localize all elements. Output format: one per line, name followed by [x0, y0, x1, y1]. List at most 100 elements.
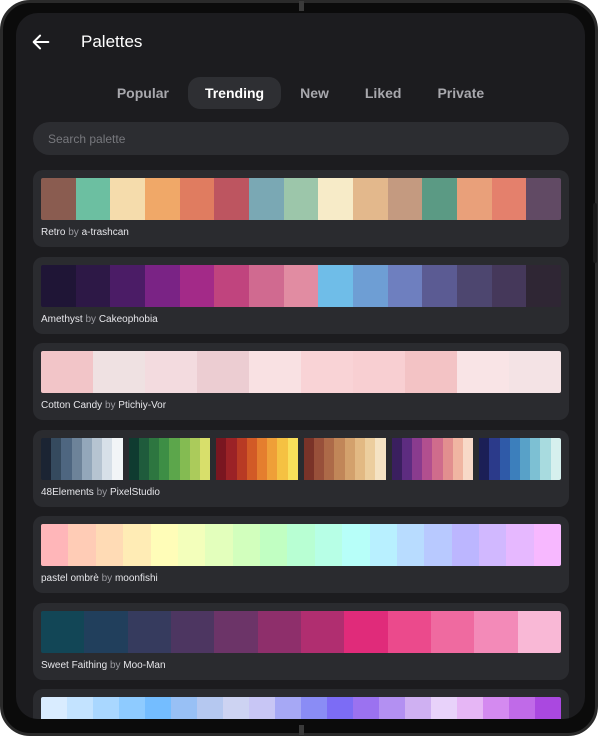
color-swatch — [41, 524, 69, 566]
color-swatch — [249, 351, 301, 393]
palette-card[interactable] — [33, 689, 569, 719]
palette-name: 48Elements — [41, 486, 94, 498]
hinge-top — [299, 1, 304, 11]
color-swatch — [457, 351, 509, 393]
color-swatch — [301, 697, 327, 719]
color-swatch — [75, 264, 111, 307]
color-swatch — [149, 437, 160, 480]
palette-card[interactable]: Sweet Faithing by Moo-Man — [33, 602, 569, 680]
color-swatch — [61, 437, 72, 480]
color-swatch — [138, 437, 150, 480]
color-swatch — [127, 610, 171, 653]
color-swatch — [197, 351, 249, 393]
palette-card[interactable]: 48Elements by PixelStudio — [33, 429, 569, 507]
palette-swatches — [41, 178, 561, 220]
color-swatch — [214, 610, 258, 653]
color-swatch — [517, 610, 561, 653]
color-swatch — [452, 437, 463, 480]
tab-trending[interactable]: Trending — [187, 77, 282, 109]
palette-name: Cotton Candy — [41, 400, 103, 411]
color-swatch — [365, 437, 376, 480]
palette-author[interactable]: Cakeophobia — [99, 314, 158, 325]
color-swatch — [214, 264, 250, 307]
palette-card[interactable]: Cotton Candy by Ptichiy-Vor — [33, 343, 569, 420]
color-swatch — [499, 437, 510, 480]
tab-popular[interactable]: Popular — [100, 77, 186, 109]
color-swatch — [145, 351, 197, 393]
color-swatch — [353, 697, 379, 719]
color-swatch — [506, 524, 534, 566]
color-swatch — [301, 351, 353, 393]
color-swatch — [451, 524, 479, 566]
app-screen: Palettes Popular Trending New Liked Private … — [16, 13, 585, 719]
color-swatch — [93, 697, 119, 719]
color-swatch — [526, 264, 561, 307]
tab-private[interactable]: Private — [420, 77, 501, 109]
palette-card[interactable]: Retro by a-trashcan — [33, 170, 569, 247]
color-swatch — [41, 351, 93, 393]
color-swatch — [430, 610, 475, 653]
color-swatch — [260, 524, 288, 566]
color-swatch — [223, 697, 249, 719]
color-swatch — [479, 437, 490, 480]
color-swatch — [257, 437, 268, 480]
tab-liked[interactable]: Liked — [348, 77, 419, 109]
palette-card[interactable]: Amethyst by Cakeophobia — [33, 256, 569, 334]
app-header: Palettes — [16, 13, 585, 71]
color-swatch — [102, 437, 113, 480]
color-swatch — [84, 610, 128, 653]
back-arrow-icon[interactable] — [30, 31, 52, 53]
color-swatch — [483, 697, 509, 719]
color-swatch — [422, 178, 458, 220]
color-swatch — [226, 437, 237, 480]
tab-new[interactable]: New — [283, 77, 346, 109]
color-swatch — [81, 437, 93, 480]
color-swatch — [145, 264, 180, 307]
color-swatch — [246, 437, 258, 480]
color-swatch — [550, 437, 561, 480]
color-swatch — [236, 437, 247, 480]
color-swatch — [491, 264, 527, 307]
color-swatch — [457, 697, 483, 719]
color-swatch — [110, 178, 146, 220]
color-swatch — [110, 264, 146, 307]
side-key — [593, 203, 597, 263]
color-swatch — [424, 524, 452, 566]
color-swatch — [216, 437, 227, 480]
color-swatch — [200, 437, 211, 480]
palette-name: Retro — [41, 227, 66, 238]
color-swatch — [489, 437, 500, 480]
color-swatch — [249, 697, 275, 719]
palette-caption: Retro by a-trashcan — [41, 227, 129, 238]
color-swatch — [442, 437, 453, 480]
color-swatch — [387, 178, 423, 220]
color-swatch — [41, 178, 76, 220]
color-swatch — [462, 437, 474, 480]
color-swatch — [93, 351, 145, 393]
color-swatch — [92, 437, 103, 480]
color-swatch — [283, 178, 319, 220]
color-swatch — [71, 437, 82, 480]
color-swatch — [530, 437, 541, 480]
by-word: by — [68, 227, 79, 238]
palette-author[interactable]: moonfishi — [115, 573, 158, 584]
color-swatch — [67, 697, 93, 719]
palette-name: pastel ombrè — [41, 573, 99, 584]
color-swatch — [474, 610, 518, 653]
color-swatch — [41, 437, 52, 480]
color-swatch — [287, 524, 315, 566]
color-swatch — [287, 437, 298, 480]
palette-author[interactable]: Moo-Man — [123, 660, 165, 671]
color-swatch — [431, 697, 457, 719]
palette-author[interactable]: PixelStudio — [110, 487, 160, 498]
palette-card[interactable]: pastel ombrè by moonfishi — [33, 516, 569, 593]
hinge-bottom — [299, 725, 304, 735]
palette-author[interactable]: Ptichiy-Vor — [118, 400, 166, 411]
color-swatch — [411, 437, 423, 480]
search-input[interactable] — [46, 130, 556, 147]
palette-author[interactable]: a-trashcan — [82, 227, 129, 238]
search-bar[interactable] — [33, 122, 569, 155]
color-swatch — [432, 437, 443, 480]
color-swatch — [123, 524, 151, 566]
color-swatch — [324, 437, 335, 480]
